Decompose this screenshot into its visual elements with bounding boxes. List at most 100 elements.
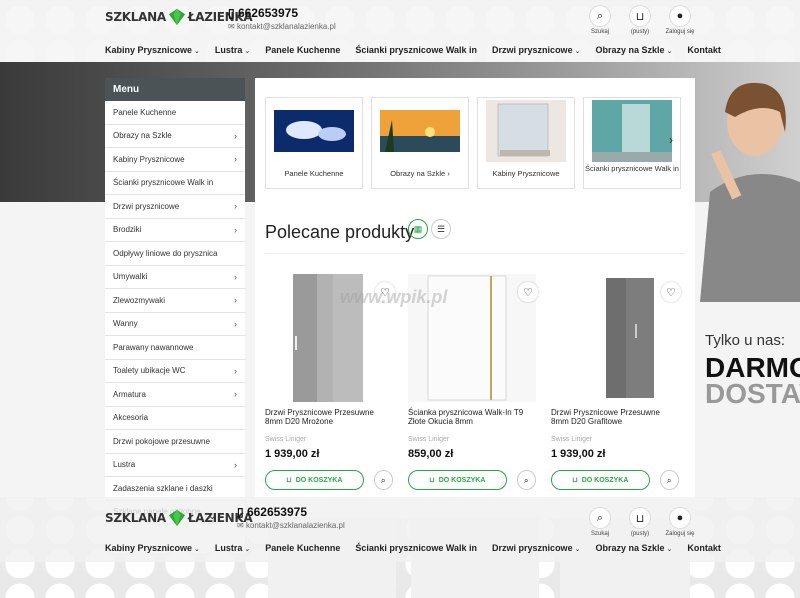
login-button[interactable]: ● Zaloguj się [665, 507, 695, 537]
chevron-right-icon: › [234, 201, 237, 212]
logo[interactable]: SZKLANA ŁAZIENKA [105, 509, 253, 527]
nav-obrazy[interactable]: Obrazy na Szkle ⌄ [595, 543, 672, 553]
product-name[interactable]: Ścianka prysznicowa Walk-In T9 Złote Oku… [408, 408, 536, 428]
gem-icon [168, 8, 185, 26]
menu-item-label: Ścianki prysznicowe Walk in [113, 178, 214, 188]
cart-button[interactable]: ⊔ (pusty) [625, 5, 655, 35]
list-view-icon[interactable]: ☰ [431, 219, 451, 239]
add-to-cart-button[interactable]: ⊔ DO KOSZYKA [265, 470, 364, 490]
header-icons: ⌕ Szukaj ⊔ (pusty) ● Zaloguj się [585, 5, 695, 35]
category-card[interactable]: Panele Kuchenne [265, 97, 363, 189]
nav-label: Obrazy na Szkle [595, 45, 665, 55]
nav-panele[interactable]: Panele Kuchenne [265, 45, 340, 55]
menu-item[interactable]: Brodziki › [105, 219, 245, 242]
menu-item[interactable]: Armatura › [105, 383, 245, 407]
add-to-cart-button[interactable]: ⊔ DO KOSZYKA [408, 470, 507, 490]
main-content: Panele Kuchenne Obrazy na Szkle › Kabiny… [255, 78, 695, 518]
menu-item-label: Odpływy liniowe do prysznica [113, 248, 218, 258]
menu-item[interactable]: Panele Kuchenne [105, 101, 245, 125]
nav-drzwi[interactable]: Drzwi prysznicowe ⌄ [492, 543, 580, 553]
wishlist-heart-icon[interactable]: ♡ [518, 282, 538, 302]
quick-view-icon[interactable]: ⌕ [516, 470, 536, 490]
grid-view-icon[interactable]: ▦ [408, 219, 428, 239]
nav-panele[interactable]: Panele Kuchenne [265, 543, 340, 553]
nav-walk-in[interactable]: Ścianki prysznicowe Walk in [355, 45, 477, 55]
chevron-down-icon: ⌄ [574, 48, 581, 55]
logo-text-left: SZKLANA [105, 10, 166, 24]
login-button[interactable]: ● Zaloguj się [665, 5, 695, 35]
product-actions: ⊔ DO KOSZYKA ⌕ [265, 470, 393, 490]
menu-item[interactable]: Drzwi pokojowe przesuwne [105, 430, 245, 454]
wishlist-heart-icon[interactable]: ♡ [661, 282, 681, 302]
contact-block: ▯ 662653975 ✉ kontakt@szklanalazienka.pl [237, 505, 345, 530]
nav-drzwi[interactable]: Drzwi prysznicowe ⌄ [492, 45, 580, 55]
product-brand: Swiss Liniger [265, 436, 307, 443]
phone-number[interactable]: ▯ 662653975 [228, 6, 336, 20]
nav-walk-in[interactable]: Ścianki prysznicowe Walk in [355, 543, 477, 553]
chevron-right-icon: › [234, 154, 237, 165]
phone-text: 662653975 [237, 6, 299, 20]
category-card[interactable]: Obrazy na Szkle › [371, 97, 469, 189]
login-label: Zaloguj się [665, 29, 695, 35]
nav-lustra[interactable]: Lustra ⌄ [215, 543, 250, 553]
watermark: www.wpik.pl [340, 287, 448, 307]
chevron-down-icon[interactable]: ⌄ [208, 511, 216, 522]
menu-item-label: Toalety ubikacje WC [113, 366, 186, 376]
menu-item[interactable]: Ścianki prysznicowe Walk in [105, 172, 245, 195]
menu-item[interactable]: Parawany nawannowe [105, 336, 245, 360]
chevron-down-icon: ⌄ [244, 546, 251, 553]
nav-obrazy[interactable]: Obrazy na Szkle ⌄ [595, 45, 672, 55]
search-button[interactable]: ⌕ Szukaj [585, 5, 615, 35]
category-carousel: Panele Kuchenne Obrazy na Szkle › Kabiny… [265, 97, 681, 189]
model-photo [700, 82, 800, 302]
menu-item[interactable]: Wanny › [105, 313, 245, 336]
category-card[interactable]: Ścianki prysznicowe Walk in [583, 97, 681, 189]
menu-item[interactable]: Akcesoria [105, 407, 245, 430]
nav-lustra[interactable]: Lustra ⌄ [215, 45, 250, 55]
product-name[interactable]: Drzwi Prysznicowe Przesuwne 8mm D20 Graf… [551, 408, 679, 428]
mail-icon: ✉ [237, 521, 246, 530]
nav-kontakt[interactable]: Kontakt [687, 45, 721, 55]
product-card[interactable]: ♡ Drzwi Prysznicowe Przesuwne 8mm D20 Gr… [551, 274, 681, 490]
menu-item[interactable]: Drzwi prysznicowe › [105, 195, 245, 219]
search-button[interactable]: ⌕ Szukaj [585, 507, 615, 537]
email-link[interactable]: ✉ kontakt@szklanalazienka.pl [228, 22, 336, 31]
menu-item[interactable]: Umywalki › [105, 266, 245, 289]
nav-kontakt[interactable]: Kontakt [687, 543, 721, 553]
sticky-header: SZKLANA ŁAZIENKA ⌄ ▯ 662653975 ✉ kontakt… [0, 497, 800, 562]
email-text: kontakt@szklanalazienka.pl [236, 22, 336, 31]
menu-item[interactable]: Toalety ubikacje WC › [105, 360, 245, 383]
menu-item[interactable]: Odpływy liniowe do prysznica [105, 242, 245, 266]
menu-item-label: Drzwi pokojowe przesuwne [113, 436, 210, 446]
menu-item-label: Drzwi prysznicowe [113, 201, 180, 211]
quick-view-icon[interactable]: ⌕ [659, 470, 679, 490]
menu-item[interactable]: Zlewozmywaki › [105, 289, 245, 313]
product-brand: Swiss Liniger [551, 436, 593, 443]
email-link[interactable]: ✉ kontakt@szklanalazienka.pl [237, 521, 345, 530]
menu-item[interactable]: Kabiny Prysznicowe › [105, 148, 245, 172]
menu-item[interactable]: Lustra › [105, 454, 245, 477]
menu-item-label: Wanny [113, 319, 138, 329]
chevron-down-icon: ⌄ [244, 48, 251, 55]
phone-icon: ▯ [228, 6, 238, 20]
graphite-door-image [606, 278, 654, 398]
product-image[interactable]: ♡ [551, 274, 681, 402]
phone-text: 662653975 [246, 505, 308, 519]
quick-view-icon[interactable]: ⌕ [373, 470, 393, 490]
cart-button-label: DO KOSZYKA [295, 476, 343, 484]
chevron-right-icon: › [234, 130, 237, 141]
add-to-cart-button[interactable]: ⊔ DO KOSZYKA [551, 470, 650, 490]
carousel-next-icon[interactable]: › [669, 133, 673, 147]
phone-number[interactable]: ▯ 662653975 [237, 505, 345, 519]
cart-icon: ⊔ [429, 477, 435, 484]
nav-kabiny[interactable]: Kabiny Prysznicowe ⌄ [105, 543, 200, 553]
category-card[interactable]: Kabiny Prysznicowe [477, 97, 575, 189]
chevron-right-icon: › [447, 169, 450, 178]
product-name[interactable]: Drzwi Prysznicowe Przesuwne 8mm D20 Mroż… [265, 408, 393, 428]
cart-button[interactable]: ⊔ (pusty) [625, 507, 655, 537]
menu-item[interactable]: Obrazy na Szkle › [105, 125, 245, 148]
nav-label: Lustra [214, 543, 243, 553]
nav-kabiny[interactable]: Kabiny Prysznicowe ⌄ [105, 45, 200, 55]
category-menu: Menu Panele Kuchenne Obrazy na Szkle › Kabi… [105, 78, 245, 553]
nav-label: Panele Kuchenne [265, 543, 341, 553]
